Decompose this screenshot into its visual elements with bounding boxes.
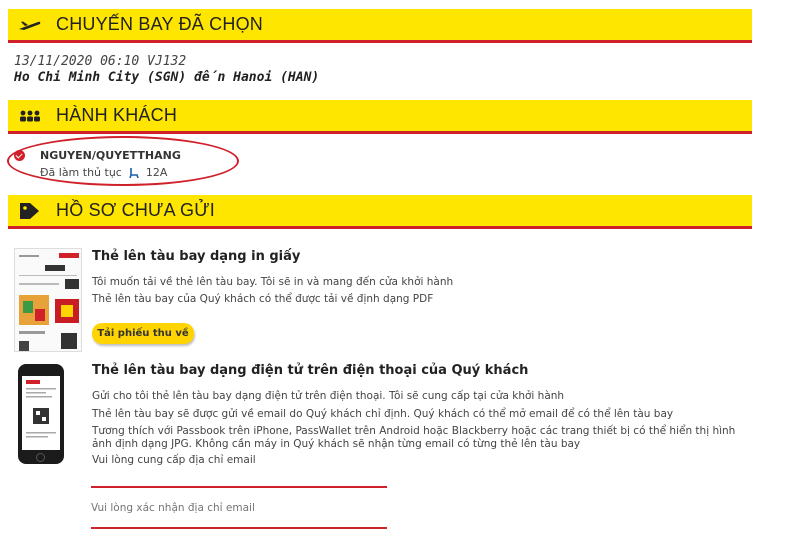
paper-boarding-title: Thẻ lên tàu bay dạng in giấy <box>92 249 301 264</box>
section-title: HỒ SƠ CHƯA GỬI <box>56 200 215 220</box>
people-icon <box>18 106 42 126</box>
flight-summary: 13/11/2020 06:10 VJ132 Ho Chi Minh City … <box>14 54 319 85</box>
download-receipt-button[interactable]: Tải phiếu thu về <box>92 323 194 344</box>
mobile-boarding-pass-image <box>18 364 64 464</box>
flight-datetime-number: 13/11/2020 06:10 VJ132 <box>14 54 187 69</box>
phone-home-button <box>36 453 45 462</box>
section-title: HÀNH KHÁCH <box>56 105 178 125</box>
paper-boarding-pass-image <box>14 248 82 352</box>
flight-route: Ho Chi Minh City (SGN) đến Hanoi (HAN) <box>14 70 320 85</box>
plane-icon <box>18 15 42 35</box>
mobile-boarding-desc-1: Gửi cho tôi thẻ lên tàu bay dạng điện tử… <box>92 390 565 402</box>
unsent-docs-header: HỒ SƠ CHƯA GỬI <box>8 195 752 229</box>
paper-boarding-desc-2: Thẻ lên tàu bay của Quý khách có thể đượ… <box>92 293 434 305</box>
email-label: Vui lòng cung cấp địa chỉ email <box>92 454 256 466</box>
confirm-email-field[interactable] <box>91 491 387 529</box>
mobile-boarding-desc-3: Tương thích với Passbook trên iPhone, Pa… <box>92 425 736 437</box>
passengers-header: HÀNH KHÁCH <box>8 100 752 134</box>
phone-screen <box>22 376 60 450</box>
email-field[interactable] <box>91 466 387 488</box>
mobile-boarding-title: Thẻ lên tàu bay dạng điện tử trên điện t… <box>92 363 529 378</box>
mobile-boarding-desc-2: Thẻ lên tàu bay sẽ được gửi về email do … <box>92 408 674 420</box>
selected-flight-header: CHUYẾN BAY ĐÃ CHỌN <box>8 9 752 43</box>
paper-boarding-desc-1: Tôi muốn tải về thẻ lên tàu bay. Tôi sẽ … <box>92 276 454 288</box>
tag-arrow-icon <box>18 201 42 221</box>
highlight-oval <box>7 136 239 186</box>
section-title: CHUYẾN BAY ĐÃ CHỌN <box>56 14 263 34</box>
mobile-boarding-desc-4: ảnh định dạng JPG. Không cần máy in Quý … <box>92 438 581 450</box>
